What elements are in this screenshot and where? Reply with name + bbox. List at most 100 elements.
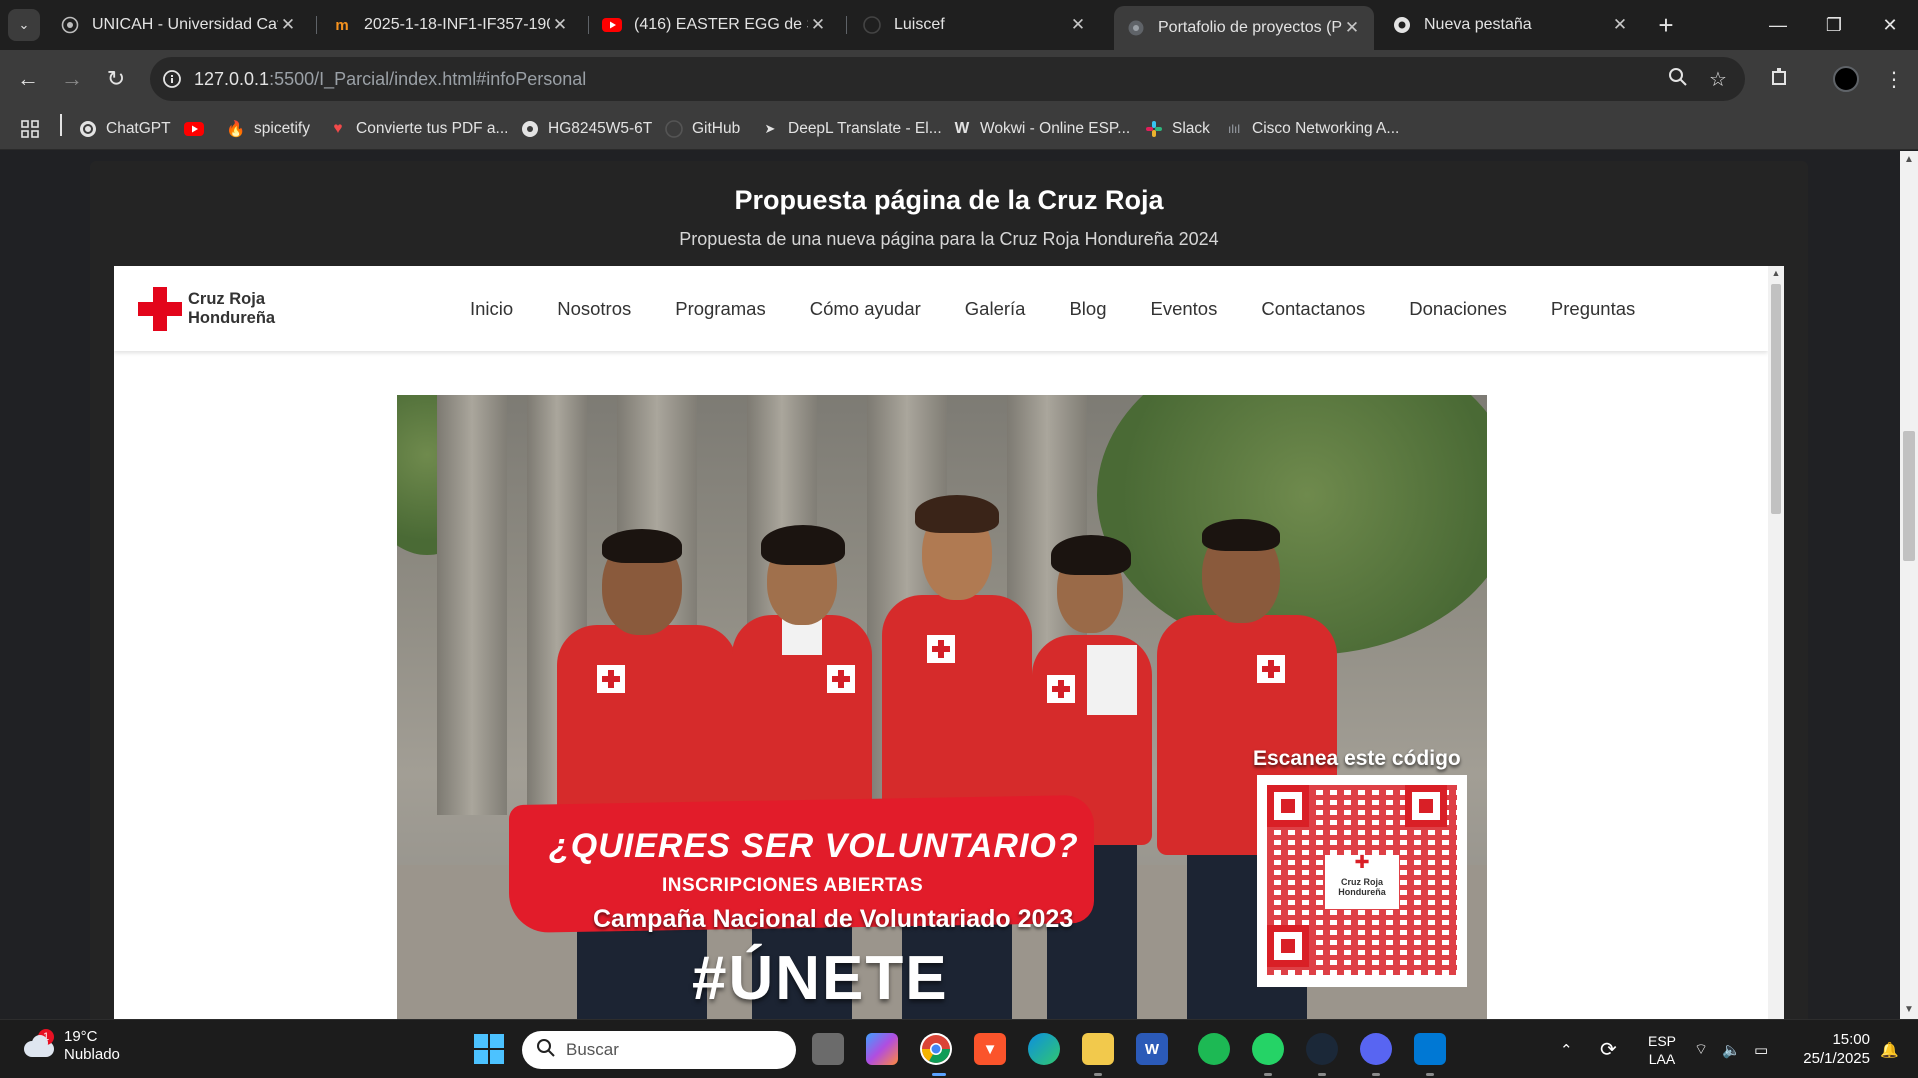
file-explorer-icon[interactable] <box>1082 1033 1114 1065</box>
nav-nosotros[interactable]: Nosotros <box>557 298 631 320</box>
word-icon[interactable]: W <box>1136 1033 1168 1065</box>
red-cross-icon <box>138 287 182 331</box>
task-view-icon[interactable] <box>812 1033 844 1065</box>
sync-tray-icon[interactable]: ⟳ <box>1600 1020 1617 1078</box>
volume-icon[interactable]: 🔈 <box>1722 1020 1741 1078</box>
close-icon[interactable]: ✕ <box>1610 15 1630 35</box>
site-navbar: Cruz Roja Hondureña Inicio Nosotros Progr… <box>114 266 1768 351</box>
extensions-button[interactable] <box>1764 63 1796 95</box>
bookmark-label: DeepL Translate - El... <box>788 120 942 137</box>
bookmark-slack[interactable]: Slack <box>1144 114 1210 144</box>
bookmark-pdf[interactable]: ♥ Convierte tus PDF a... <box>328 114 508 144</box>
battery-icon[interactable]: ▭ <box>1754 1020 1768 1078</box>
whatsapp-icon[interactable] <box>1252 1033 1284 1065</box>
discord-icon[interactable] <box>1360 1033 1392 1065</box>
scroll-up-arrow[interactable]: ▲ <box>1900 151 1918 169</box>
nav-blog[interactable]: Blog <box>1069 298 1106 320</box>
bookmark-cisco[interactable]: ılıl Cisco Networking A... <box>1224 114 1399 144</box>
steam-icon[interactable] <box>1306 1033 1338 1065</box>
wifi-icon[interactable]: ⌔ <box>1694 1020 1708 1078</box>
lang-secondary: LAA <box>1648 1050 1676 1067</box>
chrome-icon[interactable] <box>920 1033 952 1065</box>
site-info-icon[interactable] <box>150 69 194 89</box>
close-icon[interactable]: ✕ <box>808 15 828 35</box>
nav-inicio[interactable]: Inicio <box>470 298 513 320</box>
tab-unicah[interactable]: UNICAH - Universidad Cató ✕ <box>48 6 310 44</box>
tray-overflow-button[interactable]: ⌃ <box>1560 1020 1573 1078</box>
bookmark-deepl[interactable]: ➤ DeepL Translate - El... <box>760 114 942 144</box>
nav-contactanos[interactable]: Contactanos <box>1261 298 1365 320</box>
tab-search-button[interactable]: ⌄ <box>8 9 40 41</box>
close-icon[interactable]: ✕ <box>550 15 570 35</box>
site-preview-frame[interactable]: Cruz Roja Hondureña Inicio Nosotros Progr… <box>114 266 1784 1019</box>
frame-scrollbar[interactable]: ▲ <box>1768 266 1784 1019</box>
qr-finder <box>1267 925 1309 967</box>
slack-icon <box>1144 119 1164 139</box>
nav-preguntas[interactable]: Preguntas <box>1551 298 1635 320</box>
start-button[interactable] <box>474 1034 504 1064</box>
tab-new-tab[interactable]: Nueva pestaña ✕ <box>1380 6 1642 44</box>
weather-text: 19°C Nublado <box>64 1028 120 1064</box>
reload-button[interactable]: ↻ <box>100 63 132 95</box>
spotify-icon[interactable] <box>1198 1033 1230 1065</box>
bookmark-wokwi[interactable]: W Wokwi - Online ESP... <box>952 114 1131 144</box>
bookmark-label: Convierte tus PDF a... <box>356 120 509 137</box>
bookmark-star-button[interactable]: ☆ <box>1702 63 1734 95</box>
bookmark-chatgpt[interactable]: ChatGPT <box>78 114 171 144</box>
bell-icon: 🔔 <box>1880 1041 1899 1059</box>
forward-button[interactable]: → <box>56 63 88 95</box>
address-bar[interactable]: 127.0.0.1:5500/I_Parcial/index.html#info… <box>150 57 1745 101</box>
scroll-up-arrow[interactable]: ▲ <box>1768 268 1784 278</box>
bookmark-youtube[interactable] <box>184 114 212 144</box>
bookmark-label: ChatGPT <box>106 120 171 137</box>
arrow-left-icon: ← <box>17 66 39 91</box>
site-logo[interactable]: Cruz Roja Hondureña <box>138 287 275 331</box>
nav-donaciones[interactable]: Donaciones <box>1409 298 1507 320</box>
restore-icon: ❐ <box>1825 14 1843 35</box>
scroll-down-arrow[interactable]: ▼ <box>1900 1001 1918 1019</box>
notifications-button[interactable]: 🔔 <box>1880 1020 1899 1078</box>
nav-galeria[interactable]: Galería <box>965 298 1026 320</box>
tab-title: Portafolio de proyectos (Po <box>1158 19 1342 36</box>
system-clock[interactable]: 15:00 25/1/2025 <box>1790 1030 1870 1068</box>
restore-button[interactable]: ❐ <box>1806 0 1862 50</box>
tab-github[interactable]: Luiscef ✕ <box>850 6 1100 44</box>
bookmark-github[interactable]: GitHub <box>664 114 740 144</box>
reload-icon: ↻ <box>106 66 126 91</box>
weather-widget[interactable]: 1 19°C Nublado <box>20 1028 120 1064</box>
copilot-icon[interactable] <box>866 1033 898 1065</box>
tab-portafolio-active[interactable]: Portafolio de proyectos (Po ✕ <box>1114 6 1374 50</box>
zoom-button[interactable] <box>1662 63 1694 95</box>
close-window-button[interactable]: ✕ <box>1862 0 1918 50</box>
minimize-button[interactable]: — <box>1750 0 1806 50</box>
close-icon[interactable]: ✕ <box>278 15 298 35</box>
edge-icon[interactable] <box>1028 1033 1060 1065</box>
page-scroll-thumb[interactable] <box>1903 431 1915 561</box>
nav-eventos[interactable]: Eventos <box>1150 298 1217 320</box>
url-path: :5500/I_Parcial/index.html#infoPersonal <box>269 68 587 89</box>
page-scrollbar[interactable]: ▲ ▼ <box>1900 151 1918 1019</box>
new-tab-button[interactable]: + <box>1650 9 1682 41</box>
tab-moodle[interactable]: m 2025-1-18-INF1-IF357-190 ✕ <box>320 6 582 44</box>
tab-youtube[interactable]: (416) EASTER EGG de SHA ✕ <box>590 6 840 44</box>
nav-como-ayudar[interactable]: Cómo ayudar <box>810 298 921 320</box>
language-indicator[interactable]: ESP LAA <box>1648 1020 1676 1078</box>
brave-icon[interactable]: ▼ <box>974 1033 1006 1065</box>
vscode-icon[interactable] <box>1414 1033 1446 1065</box>
menu-button[interactable]: ⋮ <box>1878 63 1910 95</box>
close-icon[interactable]: ✕ <box>1068 15 1088 35</box>
qr-finder <box>1267 785 1309 827</box>
banner-campaign: Campaña Nacional de Voluntariado 2023 <box>593 905 1074 933</box>
profile-button[interactable] <box>1830 63 1862 95</box>
taskbar-search[interactable]: Buscar <box>522 1031 796 1069</box>
bookmark-spicetify[interactable]: 🔥 spicetify <box>226 114 310 144</box>
close-icon[interactable]: ✕ <box>1342 18 1362 38</box>
project-title: Propuesta página de la Cruz Roja <box>734 185 1164 215</box>
cisco-icon: ılıl <box>1228 122 1240 136</box>
apps-button[interactable] <box>20 114 48 144</box>
back-button[interactable]: ← <box>12 63 44 95</box>
frame-scroll-thumb[interactable] <box>1771 284 1781 514</box>
zoom-icon <box>1668 67 1688 92</box>
bookmark-router[interactable]: HG8245W5-6T <box>520 114 652 144</box>
nav-programas[interactable]: Programas <box>675 298 765 320</box>
